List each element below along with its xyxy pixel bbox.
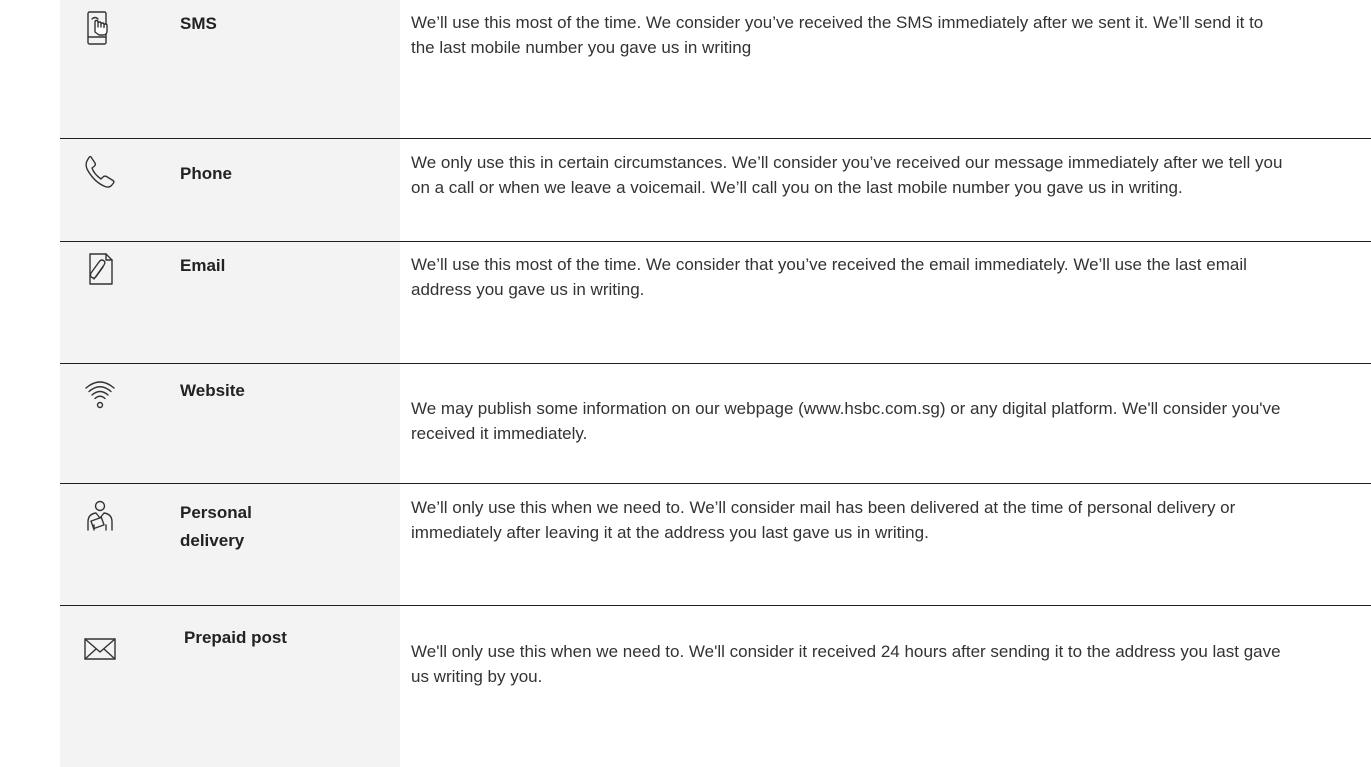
attachment-document-icon: [82, 251, 118, 287]
method-description: We'll only use this when we need to. We'…: [411, 642, 1281, 686]
method-label: Prepaid post: [184, 628, 287, 647]
method-description: We’ll use this most of the time. We cons…: [411, 13, 1264, 57]
table-row-email: Email We’ll use this most of the time. W…: [60, 242, 1371, 364]
table-row-phone: Phone We only use this in certain circum…: [60, 139, 1371, 242]
method-description: We may publish some information on our w…: [411, 399, 1281, 443]
table-row-prepaid-post: Prepaid post We'll only use this when we…: [60, 606, 1371, 767]
delivery-person-icon: [82, 498, 118, 534]
method-description: We’ll only use this when we need to. We’…: [411, 498, 1236, 542]
method-description: We only use this in certain circumstance…: [411, 153, 1283, 197]
phone-handset-icon: [82, 154, 118, 190]
communication-methods-table: SMS We’ll use this most of the time. We …: [60, 0, 1371, 767]
method-label: Phone: [180, 164, 232, 183]
method-cell: Phone: [60, 139, 400, 241]
wifi-icon: [82, 376, 118, 412]
method-cell: Website: [60, 364, 400, 483]
method-label: Personal delivery: [180, 503, 252, 550]
method-label: SMS: [180, 14, 217, 33]
table-row-personal-delivery: Personal delivery We’ll only use this wh…: [60, 484, 1371, 606]
method-label: Email: [180, 256, 226, 275]
method-cell: Email: [60, 242, 400, 363]
phone-tap-icon: [82, 10, 118, 46]
table-row-sms: SMS We’ll use this most of the time. We …: [60, 0, 1371, 139]
method-cell: Prepaid post: [60, 606, 400, 767]
method-cell: SMS: [60, 0, 400, 138]
method-label: Website: [180, 381, 245, 400]
table-row-website: Website We may publish some information …: [60, 364, 1371, 484]
method-description: We’ll use this most of the time. We cons…: [411, 255, 1247, 299]
method-cell: Personal delivery: [60, 484, 400, 605]
envelope-icon: [82, 631, 118, 667]
